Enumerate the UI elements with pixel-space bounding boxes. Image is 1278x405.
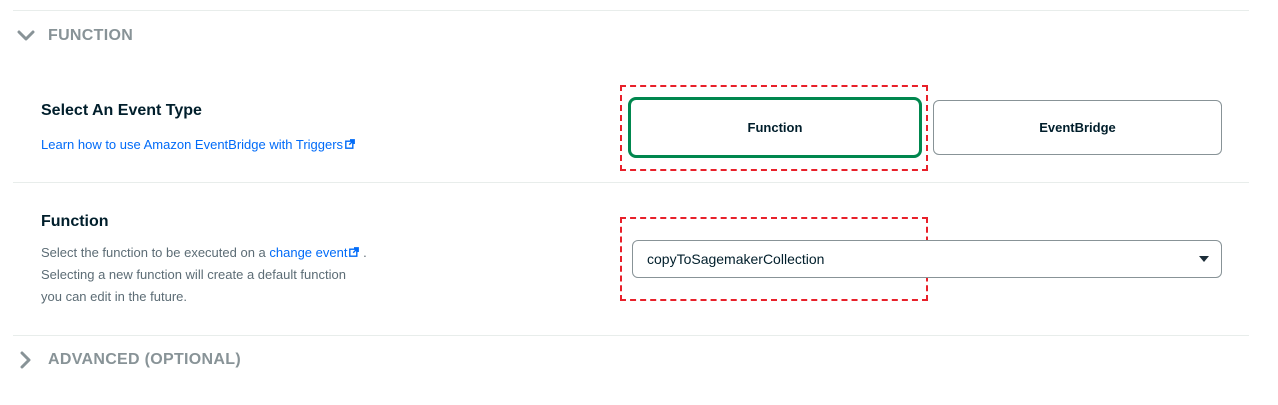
external-link-icon — [345, 137, 355, 152]
chevron-right-icon — [16, 350, 36, 370]
desc-prefix: Select the function to be executed on a — [41, 245, 270, 260]
external-link-icon — [349, 242, 360, 264]
function-description-line-1: Select the function to be executed on a … — [41, 242, 441, 264]
function-description-line-3: you can edit in the future. — [41, 289, 187, 304]
top-divider — [13, 10, 1249, 11]
function-description-line-2: Selecting a new function will create a d… — [41, 267, 346, 282]
caret-down-icon — [1199, 256, 1209, 262]
function-select[interactable]: copyToSagemakerCollection — [632, 240, 1222, 278]
function-section-toggle[interactable]: FUNCTION — [16, 26, 133, 46]
bottom-divider — [13, 335, 1249, 336]
middle-divider — [13, 182, 1249, 183]
eventbridge-help-link-wrap: Learn how to use Amazon EventBridge with… — [41, 137, 355, 152]
change-event-link[interactable]: change event — [269, 245, 347, 260]
event-type-function-button[interactable]: Function — [628, 97, 922, 158]
event-type-eventbridge-label: EventBridge — [1039, 120, 1116, 135]
event-type-eventbridge-button[interactable]: EventBridge — [933, 100, 1222, 155]
function-section-label: FUNCTION — [48, 27, 134, 44]
chevron-down-icon — [16, 26, 36, 46]
function-title: Function — [41, 213, 109, 230]
desc-suffix: . — [359, 245, 367, 260]
eventbridge-help-link[interactable]: Learn how to use Amazon EventBridge with… — [41, 137, 343, 152]
advanced-section-label: ADVANCED (OPTIONAL) — [48, 351, 241, 368]
function-description: Select the function to be executed on a … — [41, 242, 441, 308]
event-type-title: Select An Event Type — [41, 102, 202, 119]
event-type-function-label: Function — [747, 120, 803, 135]
function-select-value: copyToSagemakerCollection — [647, 251, 825, 267]
advanced-section-toggle[interactable]: ADVANCED (OPTIONAL) — [16, 350, 241, 370]
